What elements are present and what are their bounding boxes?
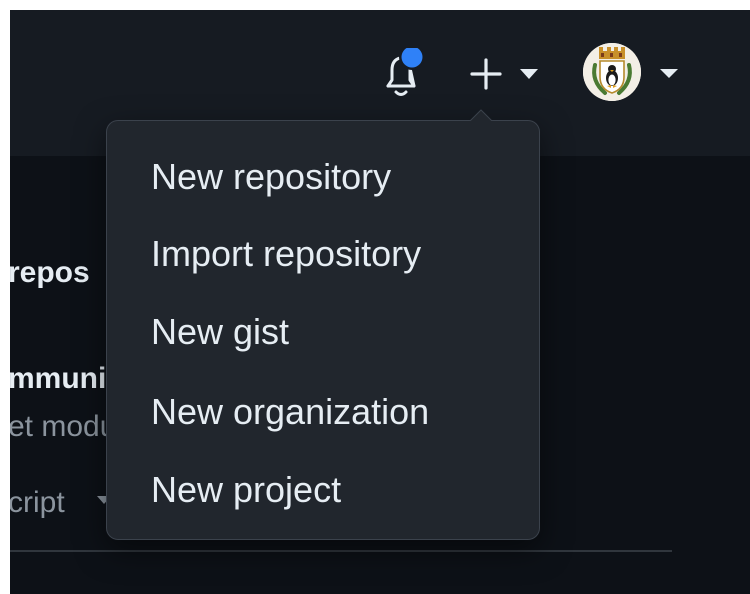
avatar-coat-of-arms <box>583 43 641 101</box>
dropdown-pointer <box>469 109 493 123</box>
menu-item-new-gist[interactable]: New gist <box>107 297 539 367</box>
divider <box>10 550 672 552</box>
create-new-button[interactable] <box>468 54 546 94</box>
github-page: repos mmunit et modu cript New repositor… <box>10 10 750 594</box>
menu-item-import-repository[interactable]: Import repository <box>107 219 539 289</box>
caret-down-icon <box>520 69 538 79</box>
user-menu-button[interactable] <box>580 42 680 104</box>
repo-name-fragment[interactable]: mmunit <box>10 362 116 396</box>
create-new-dropdown: New repository Import repository New gis… <box>106 109 540 540</box>
repositories-heading-fragment: repos <box>10 256 90 289</box>
notifications-button[interactable] <box>380 48 424 98</box>
plus-icon <box>470 58 502 90</box>
menu-item-new-repository[interactable]: New repository <box>107 142 539 212</box>
repo-language-fragment: cript <box>10 486 65 519</box>
menu-item-new-organization[interactable]: New organization <box>107 377 539 447</box>
bell-icon <box>386 48 424 96</box>
caret-down-icon <box>660 69 678 78</box>
avatar <box>583 43 641 101</box>
repo-description-fragment: et modu <box>10 410 117 443</box>
menu-item-new-project[interactable]: New project <box>107 455 539 525</box>
